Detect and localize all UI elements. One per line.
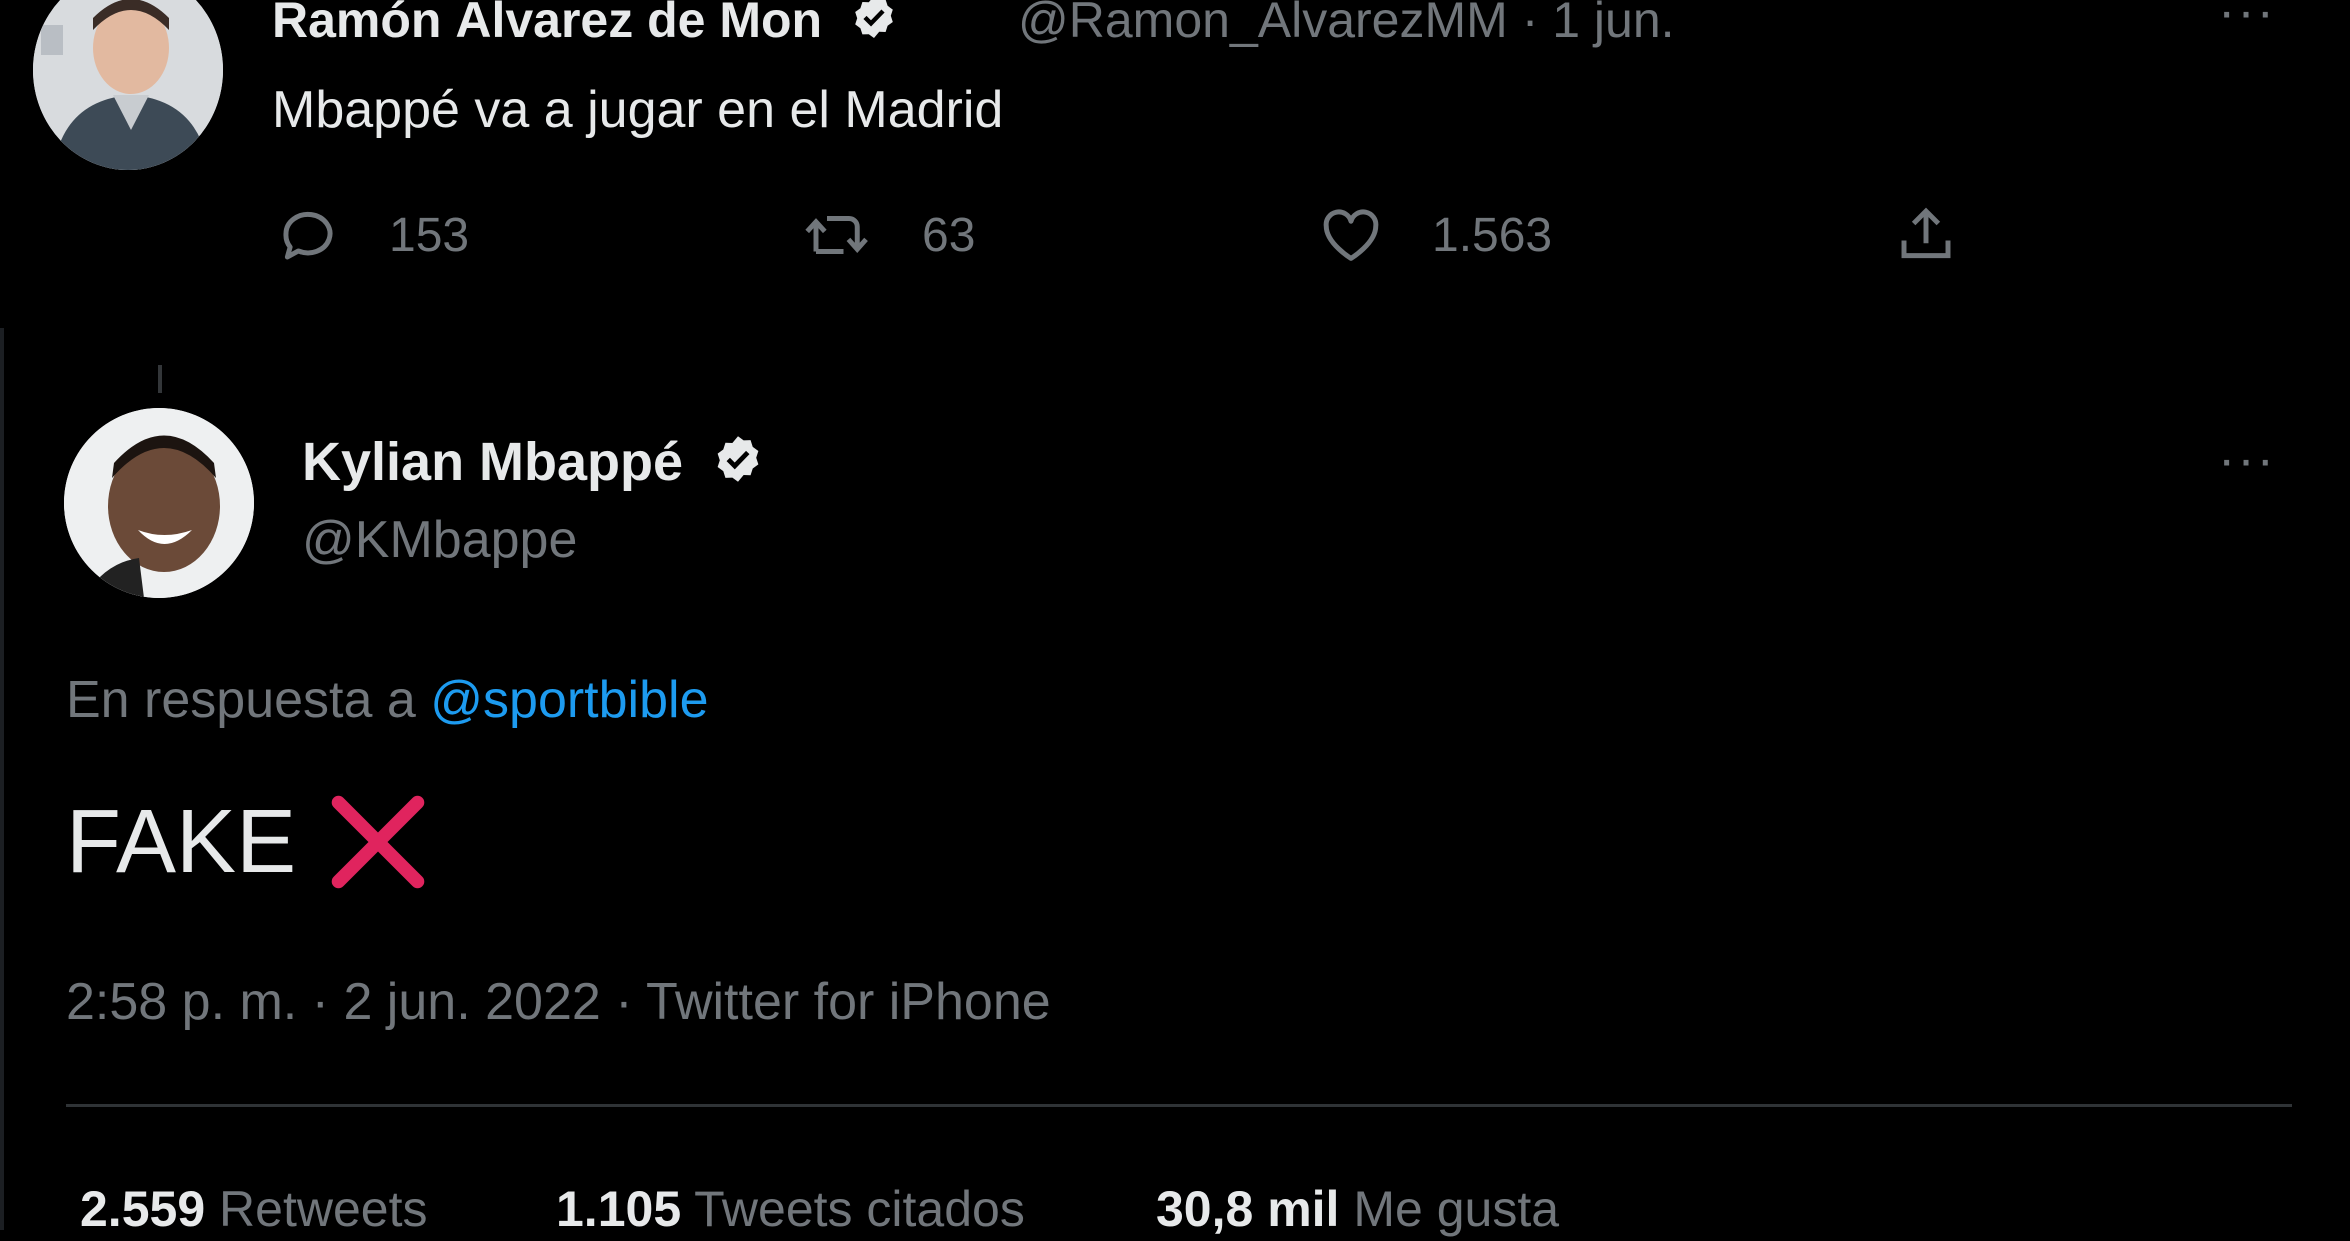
like-icon: [1323, 209, 1379, 261]
reply-to-mention[interactable]: @sportbible: [430, 671, 708, 729]
parent-author-name[interactable]: Ramón Álvarez de Mon: [272, 0, 898, 54]
parent-date[interactable]: 1 jun.: [1552, 0, 1674, 48]
thread-border: [0, 328, 4, 1230]
reply-to-line: En respuesta a @sportbible: [66, 668, 709, 732]
parent-tweet-text: Mbappé va a jugar en el Madrid: [272, 81, 1004, 139]
like-count: 1.563: [1432, 208, 1553, 262]
reply-button[interactable]: 153: [275, 202, 469, 268]
avatar-kylian[interactable]: [64, 408, 254, 598]
likes-stat-label: Me gusta: [1353, 1181, 1560, 1237]
retweet-count: 63: [922, 208, 976, 262]
retweets-stat-label: Retweets: [219, 1181, 428, 1237]
tweet-timestamp[interactable]: 2:58 p. m. · 2 jun. 2022 · Twitter for i…: [66, 970, 1051, 1034]
cross-mark-icon: [331, 795, 425, 889]
reply-to-prefix: En respuesta a: [66, 671, 416, 729]
more-icon[interactable]: ···: [2218, 434, 2276, 486]
main-tweet-text-content: FAKE: [66, 792, 297, 892]
divider: [66, 1104, 2292, 1107]
verified-badge-icon: [850, 0, 898, 54]
parent-author-name-text[interactable]: Ramón Álvarez de Mon: [272, 0, 822, 48]
quotes-stat-count: 1.105: [556, 1181, 682, 1237]
retweet-button[interactable]: 63: [802, 202, 975, 268]
more-icon[interactable]: ···: [2218, 0, 2276, 38]
share-button[interactable]: [1893, 202, 2007, 268]
main-handle[interactable]: @KMbappe: [302, 508, 577, 572]
parent-handle-date: @Ramon_AlvarezMM · 1 jun.: [1018, 0, 1675, 50]
main-author-name-text[interactable]: Kylian Mbappé: [302, 432, 683, 492]
thread-connector: [158, 365, 162, 393]
retweets-stat[interactable]: 2.559 Retweets: [80, 1177, 427, 1241]
like-button[interactable]: 1.563: [1318, 202, 1552, 268]
reply-icon: [283, 211, 333, 260]
quotes-stat-label: Tweets citados: [694, 1181, 1025, 1237]
verified-badge-icon: [712, 433, 764, 499]
reply-count: 153: [389, 208, 470, 262]
quotes-stat[interactable]: 1.105 Tweets citados: [556, 1177, 1025, 1241]
retweets-stat-count: 2.559: [80, 1181, 206, 1237]
avatar-ramon[interactable]: [33, 0, 223, 170]
likes-stat-count: 30,8 mil: [1156, 1181, 1340, 1237]
retweet-icon: [805, 216, 868, 254]
likes-stat[interactable]: 30,8 mil Me gusta: [1156, 1177, 1559, 1241]
share-icon: [1901, 207, 1951, 259]
main-author-name[interactable]: Kylian Mbappé: [302, 430, 764, 499]
separator-dot: ·: [1521, 0, 1553, 48]
main-tweet-text: FAKE: [66, 790, 430, 894]
parent-handle[interactable]: @Ramon_AlvarezMM: [1018, 0, 1508, 48]
